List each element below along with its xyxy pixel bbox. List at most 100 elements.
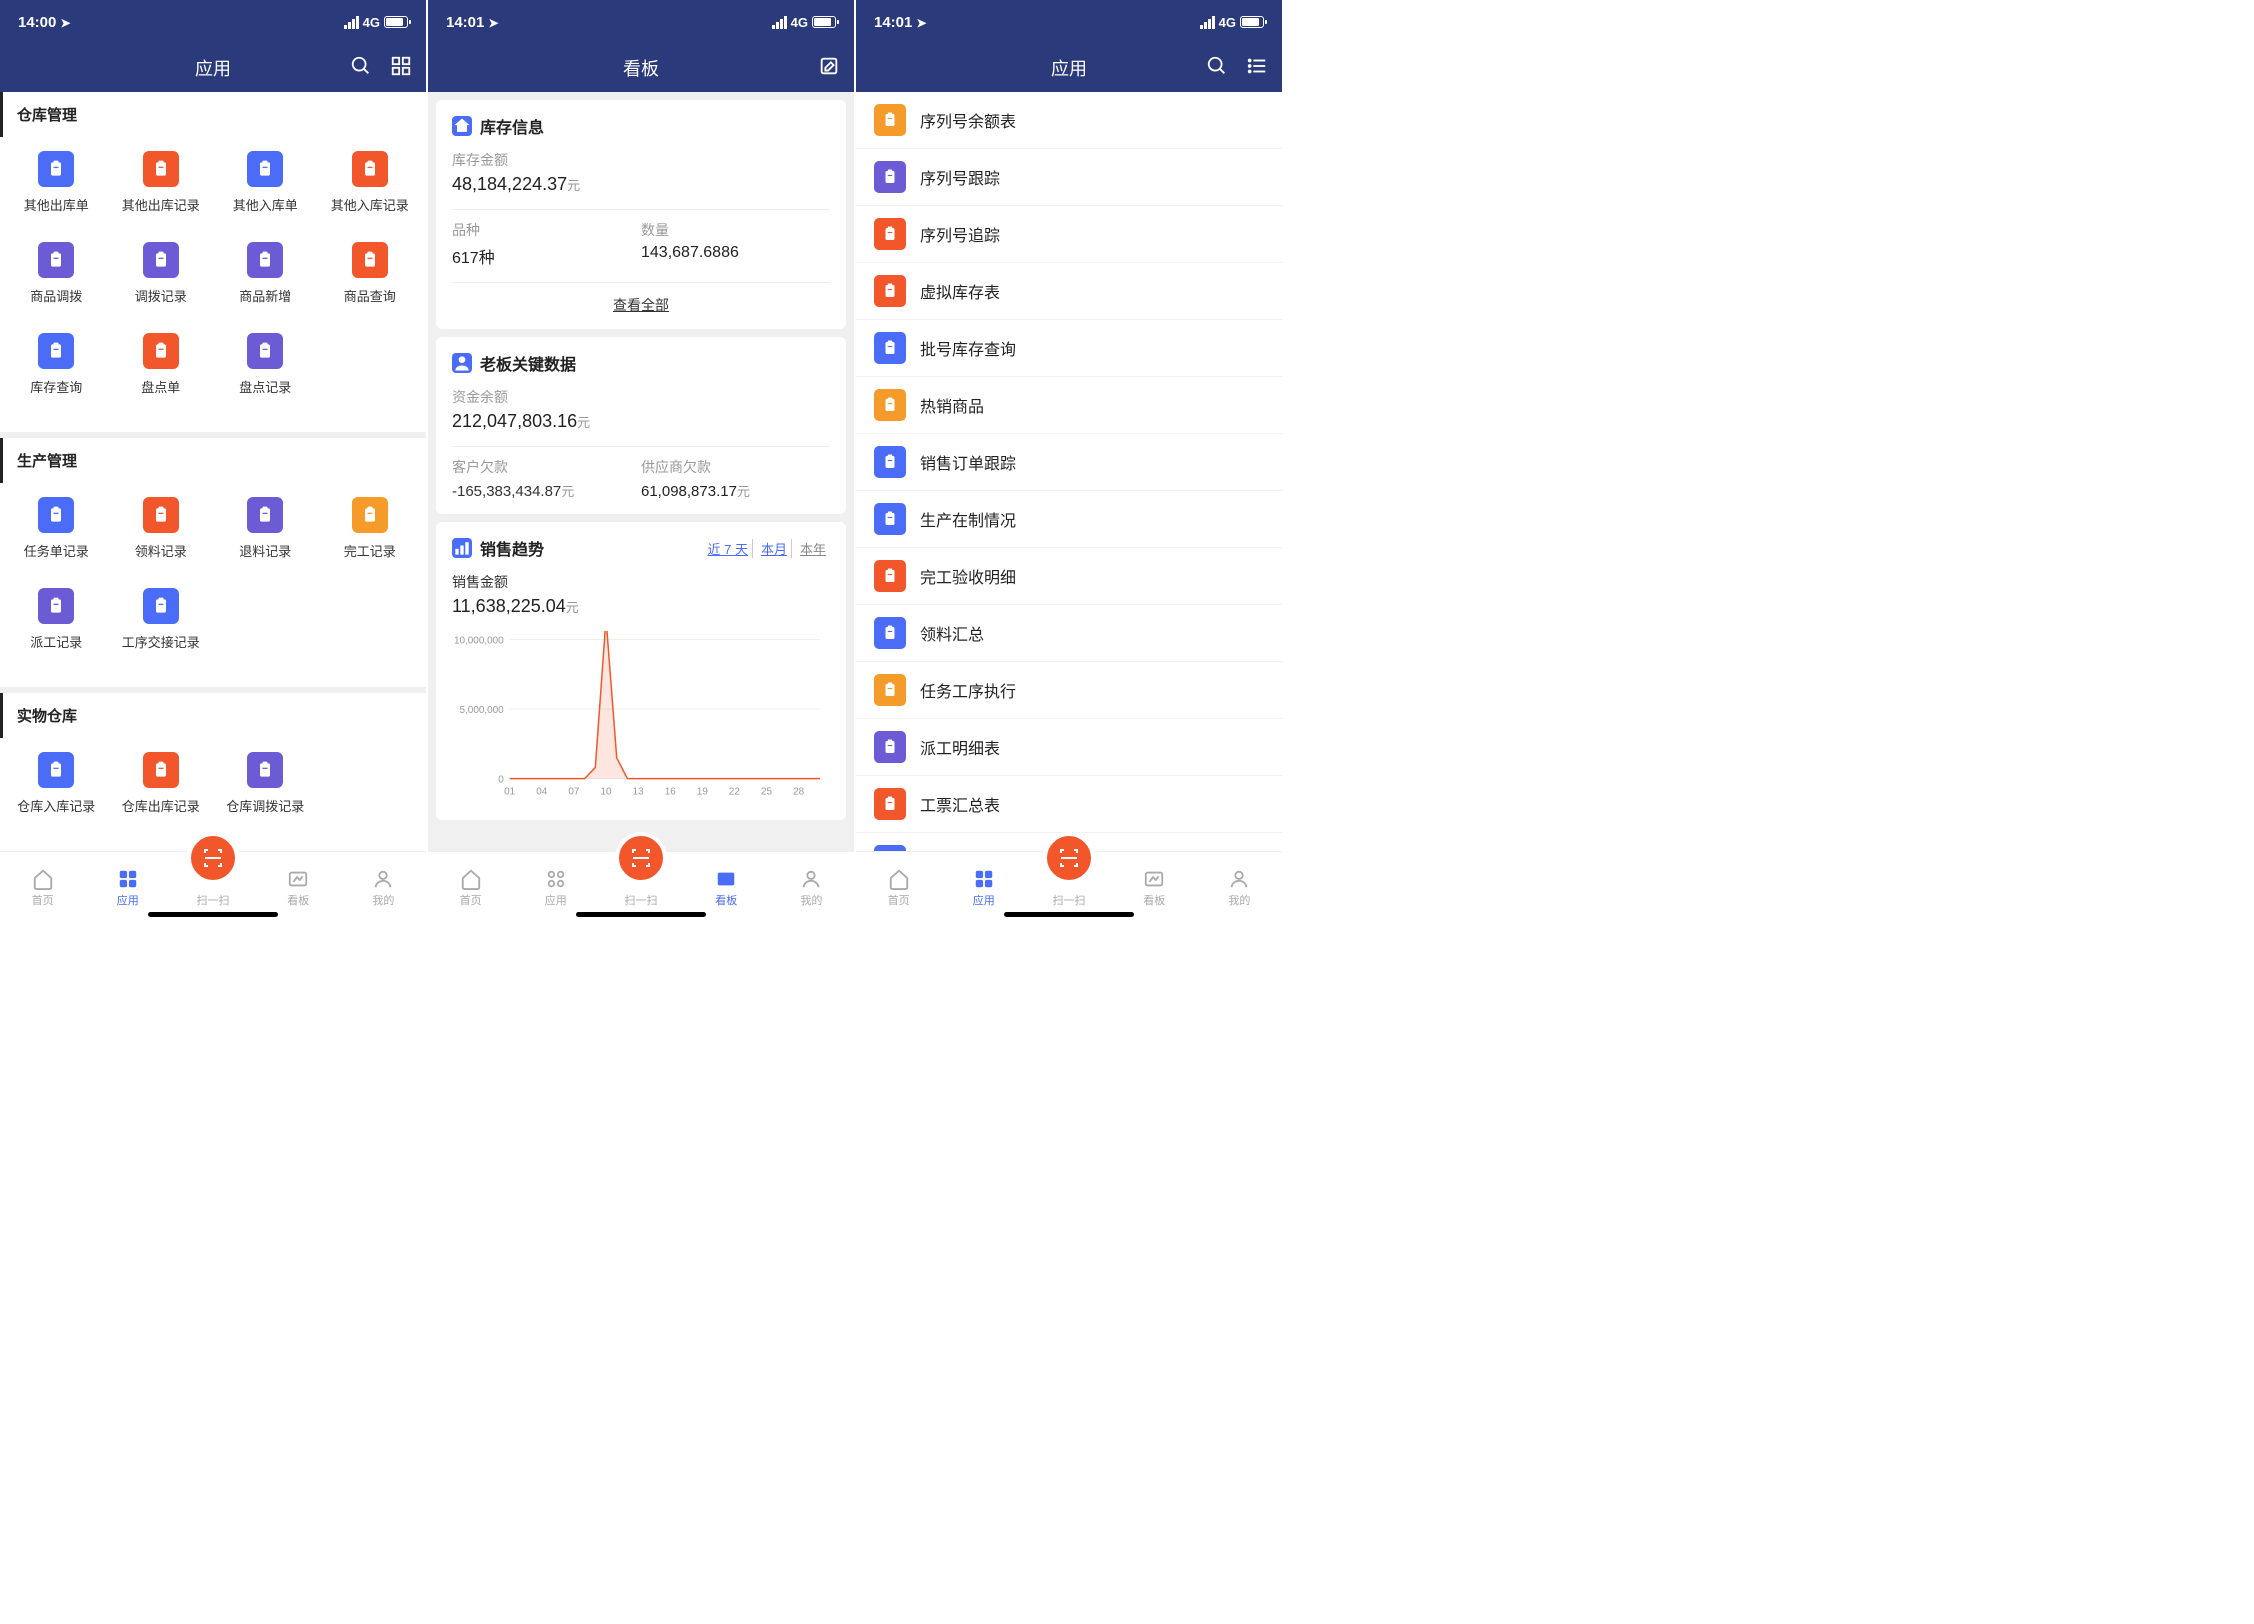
trend-tabs: 近 7 天 本月 本年	[704, 539, 831, 558]
list-icon	[874, 275, 906, 307]
app-label: 仓库出库记录	[122, 796, 200, 815]
list-item[interactable]: 批号库存查询	[856, 320, 1282, 377]
trend-tab-year[interactable]: 本年	[796, 539, 830, 558]
section-header: 实物仓库	[0, 693, 426, 738]
section-header: 仓库管理	[0, 92, 426, 137]
app-item[interactable]: 仓库调拨记录	[213, 752, 318, 815]
nav-bar: 应用	[856, 44, 1282, 92]
list-icon	[874, 617, 906, 649]
tab-mine[interactable]: 我的	[769, 852, 854, 923]
list-label: 序列号余额表	[920, 108, 1016, 132]
app-icon	[38, 333, 74, 369]
list-view-icon[interactable]	[1246, 55, 1268, 82]
tab-home[interactable]: 首页	[0, 852, 85, 923]
app-icon	[247, 242, 283, 278]
app-item[interactable]: 其他入库单	[213, 151, 318, 214]
list-item[interactable]: 序列号余额表	[856, 92, 1282, 149]
tab-mine[interactable]: 我的	[1197, 852, 1282, 923]
app-icon	[247, 497, 283, 533]
page-title: 看板	[623, 55, 659, 81]
app-item[interactable]: 其他入库记录	[318, 151, 423, 214]
app-item[interactable]: 派工记录	[4, 588, 109, 651]
app-item[interactable]: 盘点单	[109, 333, 214, 396]
list-label: 完工验收明细	[920, 564, 1016, 588]
scan-button[interactable]	[1043, 832, 1095, 884]
app-item[interactable]: 领料记录	[109, 497, 214, 560]
svg-text:07: 07	[568, 787, 580, 798]
list-item[interactable]: 序列号追踪	[856, 206, 1282, 263]
tab-mine[interactable]: 我的	[341, 852, 426, 923]
tab-home[interactable]: 首页	[856, 852, 941, 923]
trend-tab-7d[interactable]: 近 7 天	[704, 539, 753, 558]
section-header: 生产管理	[0, 438, 426, 483]
battery-icon	[384, 16, 408, 28]
tab-home[interactable]: 首页	[428, 852, 513, 923]
app-label: 完工记录	[344, 541, 396, 560]
person-icon	[452, 353, 472, 373]
card-sales-trend: 销售趋势 近 7 天 本月 本年 销售金额 11,638,225.04元 05,…	[436, 522, 846, 820]
svg-text:10: 10	[600, 787, 612, 798]
svg-text:28: 28	[793, 787, 805, 798]
app-item[interactable]: 盘点记录	[213, 333, 318, 396]
app-item[interactable]: 其他出库单	[4, 151, 109, 214]
app-item[interactable]: 工序交接记录	[109, 588, 214, 651]
app-item[interactable]: 商品调拨	[4, 242, 109, 305]
app-label: 仓库入库记录	[17, 796, 95, 815]
status-bar: 14:01 ➤ 4G	[856, 0, 1282, 44]
list-label: 序列号跟踪	[920, 165, 1000, 189]
search-icon[interactable]	[1206, 55, 1228, 82]
list-item[interactable]: 完工验收明细	[856, 548, 1282, 605]
list-item[interactable]: 任务工序执行	[856, 662, 1282, 719]
app-icon	[247, 752, 283, 788]
app-label: 派工记录	[30, 632, 82, 651]
app-item[interactable]: 退料记录	[213, 497, 318, 560]
search-icon[interactable]	[350, 55, 372, 82]
trend-tab-month[interactable]: 本月	[757, 539, 792, 558]
scan-button[interactable]	[615, 832, 667, 884]
svg-text:25: 25	[761, 787, 773, 798]
app-icon	[143, 497, 179, 533]
view-all-link[interactable]: 查看全部	[452, 282, 830, 315]
home-icon	[452, 116, 472, 136]
app-item[interactable]: 调拨记录	[109, 242, 214, 305]
list-item[interactable]: 派工明细表	[856, 719, 1282, 776]
app-item[interactable]: 完工记录	[318, 497, 423, 560]
app-label: 任务单记录	[24, 541, 89, 560]
app-icon	[352, 242, 388, 278]
list-item[interactable]: 虚拟库存表	[856, 263, 1282, 320]
home-indicator[interactable]	[148, 912, 278, 917]
card-boss-data: 老板关键数据 资金余额 212,047,803.16元 客户欠款-165,383…	[436, 337, 846, 514]
app-item[interactable]: 仓库出库记录	[109, 752, 214, 815]
app-icon	[38, 588, 74, 624]
app-item[interactable]: 商品查询	[318, 242, 423, 305]
scan-button[interactable]	[187, 832, 239, 884]
edit-icon[interactable]	[818, 55, 840, 82]
list-label: 任务工序执行	[920, 678, 1016, 702]
grid-icon[interactable]	[390, 55, 412, 82]
list-label: 销售订单跟踪	[920, 450, 1016, 474]
list-icon	[874, 731, 906, 763]
app-label: 调拨记录	[135, 286, 187, 305]
list-label: 领料汇总	[920, 621, 984, 645]
list-item[interactable]: 热销商品	[856, 377, 1282, 434]
app-item[interactable]: 库存查询	[4, 333, 109, 396]
list-item[interactable]: 销售订单跟踪	[856, 434, 1282, 491]
page-title: 应用	[1051, 55, 1087, 81]
label-inv-amount: 库存金额	[452, 150, 830, 170]
app-item[interactable]: 其他出库记录	[109, 151, 214, 214]
app-label: 其他入库单	[233, 195, 298, 214]
app-item[interactable]: 仓库入库记录	[4, 752, 109, 815]
app-item[interactable]: 任务单记录	[4, 497, 109, 560]
app-label: 其他出库单	[24, 195, 89, 214]
svg-text:0: 0	[498, 775, 504, 786]
app-icon	[352, 497, 388, 533]
list-item[interactable]: 工票汇总表	[856, 776, 1282, 833]
app-icon	[143, 151, 179, 187]
list-item[interactable]: 序列号跟踪	[856, 149, 1282, 206]
app-label: 领料记录	[135, 541, 187, 560]
app-icon	[143, 333, 179, 369]
svg-text:16: 16	[665, 787, 677, 798]
list-item[interactable]: 生产在制情况	[856, 491, 1282, 548]
list-item[interactable]: 领料汇总	[856, 605, 1282, 662]
app-item[interactable]: 商品新增	[213, 242, 318, 305]
